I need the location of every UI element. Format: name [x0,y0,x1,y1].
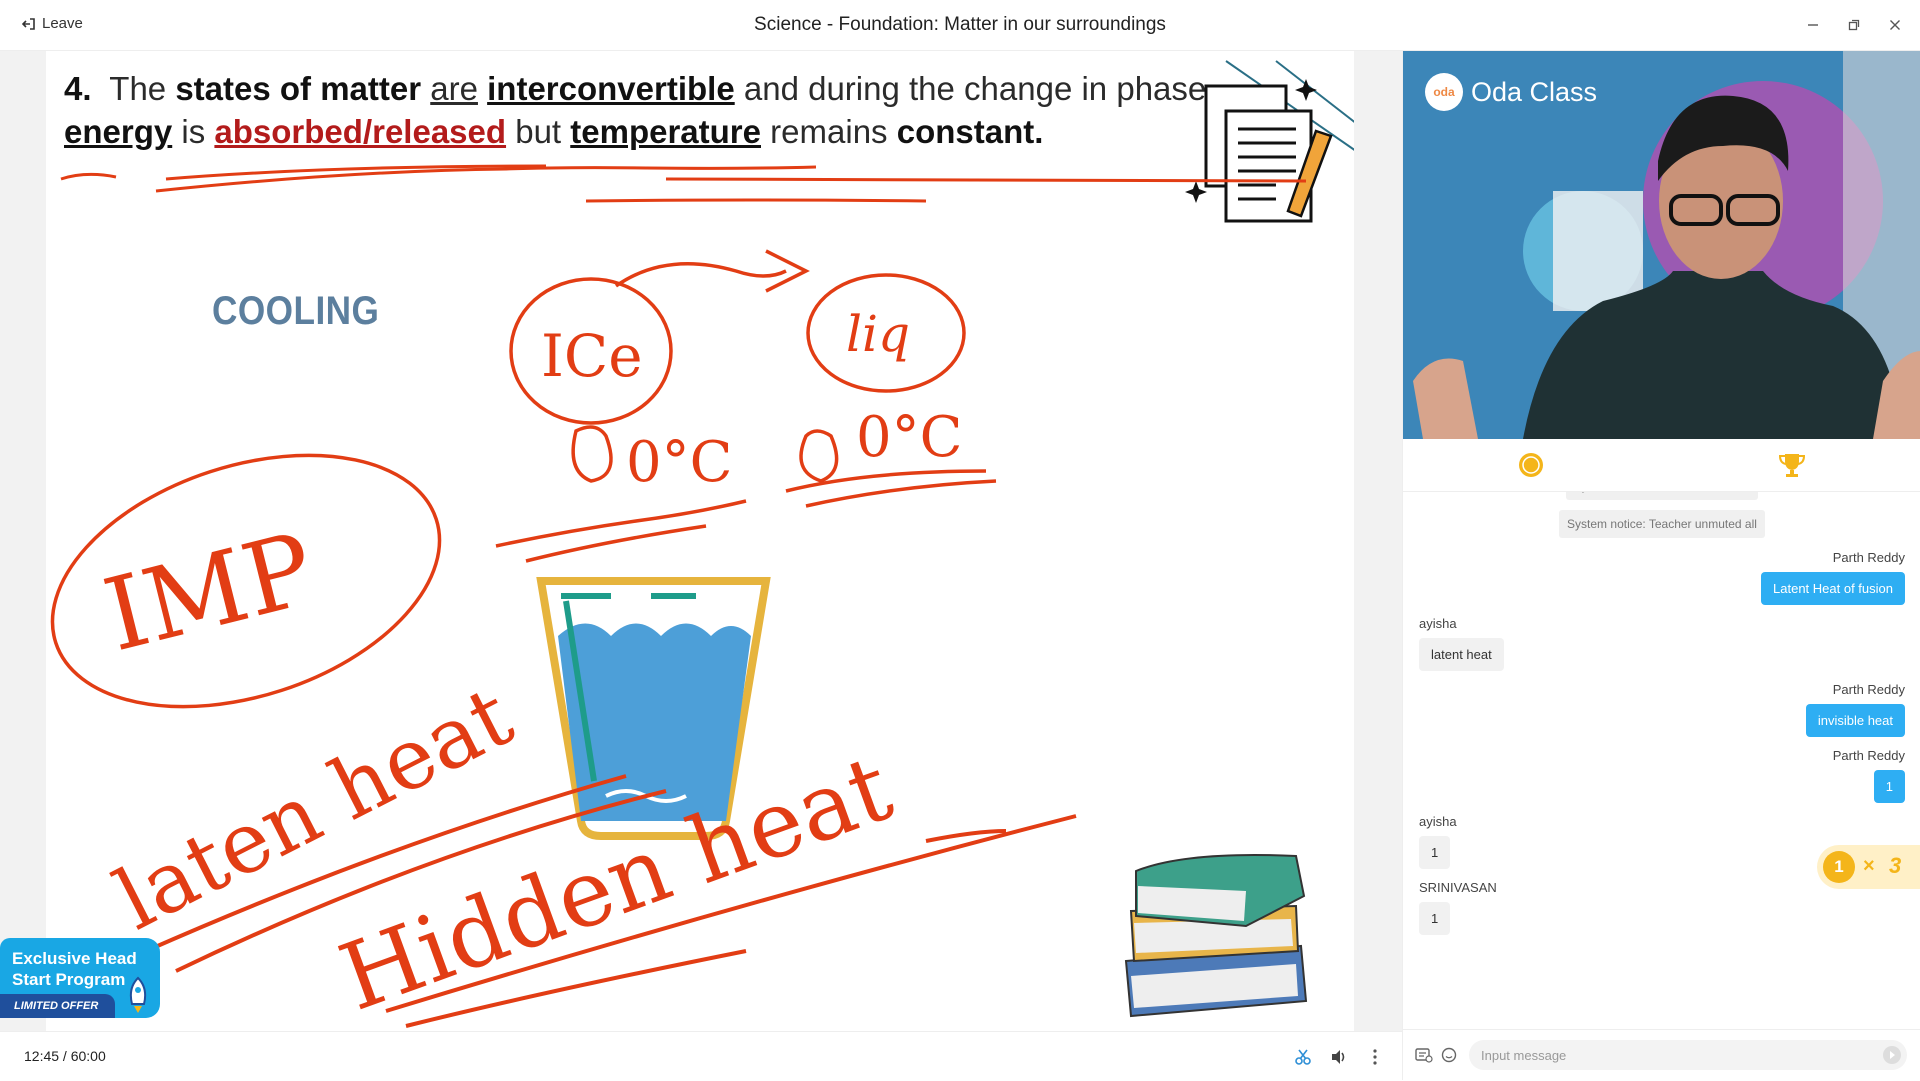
scissors-icon [1295,1049,1311,1065]
hidden-heat-text: Hidden heat [327,734,905,1031]
clip-button[interactable] [1290,1044,1316,1070]
volume-button[interactable] [1326,1044,1352,1070]
leave-button[interactable]: Leave [22,15,83,32]
chat-log: System notice: Teacher muted all System … [1403,492,1920,1029]
system-notice: System notice: Teacher muted all [1403,492,1920,500]
minimize-button[interactable] [1799,12,1827,38]
player-bar: 12:45 / 60:00 [0,1031,1402,1081]
whiteboard-slide: 4. The states of matter are interconvert… [46,51,1354,1031]
more-vertical-icon [1373,1049,1377,1065]
message-sender: Parth Reddy [1832,682,1905,697]
combo-value: 1 [1823,851,1855,883]
heading-word: temperature [570,113,761,150]
current-time: 12:45 [24,1048,60,1064]
heading-number: 4. [64,70,92,107]
message-sender: SRINIVASAN [1419,880,1497,895]
message-list-icon[interactable] [1415,1047,1433,1063]
minimize-icon [1808,24,1818,26]
heading-word: states of matter [175,70,422,107]
chat-input-bar [1403,1029,1920,1081]
water-glass-icon [536,577,771,840]
heading-word: energy [64,113,173,150]
message-bubble: latent heat [1419,638,1504,671]
promo-badge: LIMITED OFFER [0,994,115,1018]
message-sender: ayisha [1419,616,1457,631]
time-separator: / [59,1048,71,1064]
restore-button[interactable] [1840,12,1868,38]
chat-tab-row [1403,441,1920,492]
total-time: 60:00 [70,1048,106,1064]
trophy-icon[interactable] [1777,451,1807,479]
ice-annotation [495,249,997,563]
zero-c-right-text: 0°C [856,405,962,470]
heading-word: absorbed/released [214,113,507,150]
message-bubble: 1 [1419,902,1451,935]
answer-combo-badge: 1 × 3 [1817,845,1920,889]
message-sender: Parth Reddy [1832,550,1905,565]
message-bubble: invisible heat [1805,704,1905,737]
cooling-label: COOLING [212,289,380,333]
chat-message-input[interactable] [1469,1040,1907,1070]
message-sender: Parth Reddy [1832,748,1905,763]
message-bubble: 1 [1873,770,1905,803]
heading-word: is [181,113,206,150]
combo-count: 3 [1889,853,1902,878]
zero-c-left-text: 0°C [626,430,732,495]
top-bar: Leave Science - Foundation: Matter in ou… [0,0,1920,51]
send-icon [1890,1051,1895,1059]
message-bubble: 1 [1419,836,1451,869]
teacher-video: oda Oda Class [1403,51,1920,439]
ice-text: ICe [541,322,643,390]
promo-line-1: Exclusive Head [12,949,137,968]
heading-word: constant. [896,113,1044,150]
slide-heading: 4. The states of matter are interconvert… [64,67,1224,153]
rocket-icon [129,976,147,1013]
send-button[interactable] [1883,1046,1901,1064]
exit-icon [22,17,35,30]
heading-word: phase, [1116,70,1216,107]
right-panel: oda Oda Class System notice: Teacher mut… [1402,51,1920,1081]
leave-label: Leave [42,15,83,32]
promo-banner[interactable]: Exclusive Head Start Program LIMITED OFF… [0,938,160,1018]
restore-icon [1848,19,1860,31]
heat-underline-marks [145,774,1077,1028]
heading-word: but [515,113,562,150]
heading-word: are [430,70,478,107]
message-bubble: Latent Heat of fusion [1761,572,1905,605]
emoji-icon[interactable] [1441,1047,1457,1063]
volume-icon [1332,1050,1345,1064]
liq-text: liq [846,305,910,363]
more-options-button[interactable] [1362,1044,1388,1070]
books-icon [1124,854,1308,1018]
annotation-layer: ICe liq 0°C 0°C IMP laten heat Hidden he… [50,60,1354,1031]
combo-times: × [1863,855,1875,877]
page-title: Science - Foundation: Matter in our surr… [754,14,1166,35]
system-notice: System notice: Teacher unmuted all [1403,510,1920,538]
coin-icon[interactable] [1519,453,1543,477]
close-button[interactable] [1881,12,1909,38]
brand-logo: oda Oda Class [1425,73,1597,111]
brand-mark: oda [1425,73,1463,111]
playback-time: 12:45 / 60:00 [24,1048,106,1064]
heading-word: interconvertible [487,70,735,107]
heading-word: The [109,70,167,107]
close-icon [1890,20,1900,30]
laten-heat-text: laten heat [101,667,528,949]
brand-name: Oda Class [1471,76,1598,107]
imp-text: IMP [94,510,325,674]
message-sender: ayisha [1419,814,1457,829]
heading-underline-marks [60,164,1307,203]
imp-oval [50,453,442,709]
heading-word: remains [770,113,888,150]
heading-word: and during the change in [743,70,1108,107]
